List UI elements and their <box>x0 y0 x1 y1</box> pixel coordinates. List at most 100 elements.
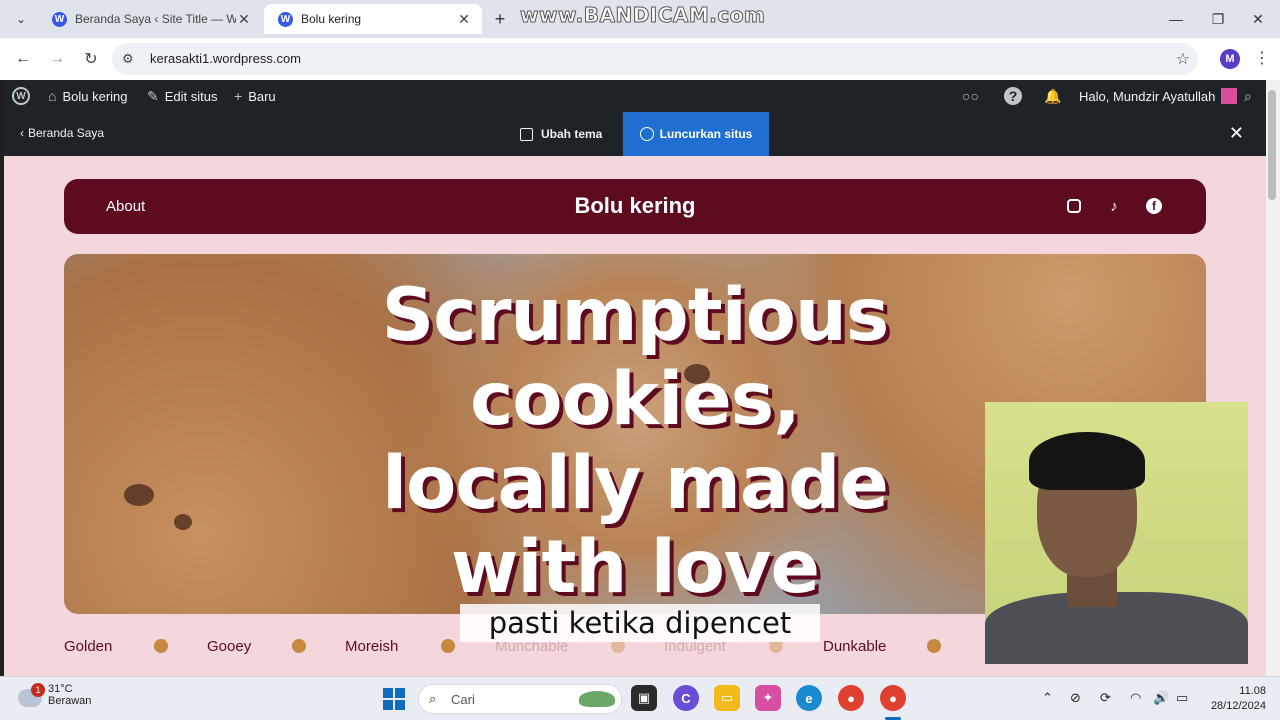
chevron-left-icon: ‹ <box>20 126 24 140</box>
wp-logo-menu[interactable]: W <box>12 80 30 112</box>
marquee-item: Dunkable <box>823 638 887 655</box>
edit-site-label: Edit situs <box>164 88 218 104</box>
cookie-icon <box>927 639 941 653</box>
edit-site-link[interactable]: ✎ Edit situs <box>147 80 217 112</box>
admin-search-icon[interactable]: ⌕ <box>1244 80 1252 112</box>
taskbar-search[interactable]: ⌕ Cari <box>418 684 622 714</box>
search-icon: ⌕ <box>429 691 437 706</box>
search-placeholder: Cari <box>451 692 475 707</box>
url-text[interactable]: kerasakti1.wordpress.com <box>150 51 301 66</box>
account-menu[interactable]: Halo, Mundzir Ayatullah <box>1079 80 1238 112</box>
back-link-label: Beranda Saya <box>28 126 105 140</box>
plus-icon: + <box>234 88 243 104</box>
brush-icon: ✎ <box>147 87 159 104</box>
edge-icon[interactable]: e <box>796 685 822 711</box>
admin-site-name-label: Bolu kering <box>62 88 128 104</box>
wordpress-favicon-icon: W <box>52 11 67 27</box>
forward-arrow-icon[interactable]: → <box>45 48 69 70</box>
tab-title: Beranda Saya ‹ Site Title — Wo <box>75 12 236 26</box>
wp-admin-bar: W ⌂ Bolu kering ✎ Edit situs + Baru ○○ ?… <box>4 80 1266 112</box>
clock-date: 28/12/2024 <box>1210 700 1266 712</box>
chrome-active-icon[interactable]: ● <box>880 685 906 711</box>
browser-toolbar: ← → ↻ ⚙ kerasakti1.wordpress.com ☆ M ⋮ <box>0 38 1280 80</box>
browser-menu-icon[interactable]: ⋮ <box>1254 48 1270 68</box>
weather-badge: 1 <box>31 683 45 697</box>
cookie-icon <box>154 639 168 653</box>
temperature: 31°C <box>48 683 73 695</box>
cloud-icon: 1 <box>18 683 45 707</box>
bandicam-watermark: www.BANDICAM.com <box>519 3 766 28</box>
site-settings-icon[interactable]: ⚙ <box>122 51 134 67</box>
copilot-app-icon[interactable]: ✦ <box>755 685 781 711</box>
tray-sync-icon[interactable]: ⟳ <box>1100 690 1111 706</box>
tab-close-icon[interactable]: ✕ <box>456 11 472 28</box>
change-theme-label: Ubah tema <box>541 127 603 141</box>
address-bar[interactable]: ⚙ kerasakti1.wordpress.com ☆ <box>112 43 1198 75</box>
copilot-icon[interactable]: C <box>673 685 699 711</box>
task-view-icon[interactable]: ▣ <box>631 685 657 711</box>
tray-chevron-up-icon[interactable]: ⌃ <box>1042 690 1053 706</box>
hero-headline: Scrumptious cookies, locally made with l… <box>381 273 890 610</box>
new-tab-plus-icon[interactable]: + <box>488 7 512 31</box>
new-content-link[interactable]: + Baru <box>234 80 276 112</box>
profile-avatar[interactable]: M <box>1220 49 1240 69</box>
back-to-dashboard-link[interactable]: ‹ Beranda Saya <box>20 126 104 140</box>
tiktok-icon[interactable]: ♪ <box>1104 196 1124 216</box>
admin-site-name[interactable]: ⌂ Bolu kering <box>48 80 128 112</box>
video-subtitle: pasti ketika dipencet <box>460 604 820 642</box>
help-icon[interactable]: ? <box>1004 80 1022 112</box>
clock-time: 11.08 <box>1239 685 1266 697</box>
reload-icon[interactable]: ↻ <box>79 48 103 70</box>
volume-icon[interactable]: 🔊 <box>1153 690 1169 706</box>
marquee-item: Gooey <box>207 638 252 655</box>
weather-condition: Berawan <box>48 695 92 707</box>
system-clock[interactable]: 11.08 28/12/2024 <box>1208 684 1266 714</box>
chrome-icon[interactable]: ● <box>838 685 864 711</box>
site-header: About Bolu kering ♪ f <box>64 179 1206 234</box>
page-scrollbar-thumb[interactable] <box>1268 90 1276 200</box>
wordpress-logo-icon: W <box>12 87 30 105</box>
marquee-item: Golden <box>64 638 113 655</box>
layout-icon <box>520 127 533 141</box>
home-icon: ⌂ <box>48 88 57 104</box>
globe-icon <box>639 127 654 141</box>
marquee-item: Moreish <box>345 638 399 655</box>
site-launch-bar: ‹ Beranda Saya Ubah tema Luncurkan situs… <box>4 112 1266 156</box>
search-highlight-turtle-icon <box>579 691 615 707</box>
change-theme-button[interactable]: Ubah tema <box>520 112 602 156</box>
battery-icon[interactable]: ▭ <box>1176 690 1188 706</box>
wordpress-favicon-icon: W <box>278 11 293 27</box>
back-arrow-icon[interactable]: ← <box>11 48 35 70</box>
browser-tab-beranda[interactable]: W Beranda Saya ‹ Site Title — Wo ✕ <box>38 4 262 34</box>
browser-tab-strip: ⌄ W Beranda Saya ‹ Site Title — Wo ✕ W B… <box>0 0 1280 38</box>
instagram-icon[interactable] <box>1064 196 1084 216</box>
site-title[interactable]: Bolu kering <box>64 193 1206 219</box>
webcam-overlay <box>985 402 1248 664</box>
browser-tab-bolu-kering[interactable]: W Bolu kering ✕ <box>264 4 482 34</box>
windows-taskbar: 1 31°C Berawan ⌕ Cari ▣ C ▭ ✦ e ● ● ⌃ ⊘ … <box>0 676 1280 720</box>
minimize-icon[interactable]: — <box>1156 8 1196 30</box>
launch-site-button[interactable]: Luncurkan situs <box>623 112 769 156</box>
tab-search-chevron-icon[interactable]: ⌄ <box>8 7 34 31</box>
new-content-label: Baru <box>248 88 276 104</box>
tab-close-icon[interactable]: ✕ <box>236 11 252 28</box>
facebook-icon[interactable]: f <box>1144 196 1164 216</box>
window-close-icon[interactable]: ✕ <box>1238 8 1278 30</box>
restore-icon[interactable]: ❐ <box>1198 8 1238 30</box>
presenter-hair <box>1029 432 1145 490</box>
wifi-icon[interactable]: ◠ <box>1130 690 1141 706</box>
cookie-icon <box>292 639 306 653</box>
cookie-icon <box>441 639 455 653</box>
bookmark-star-icon[interactable]: ☆ <box>1176 49 1190 69</box>
weather-widget[interactable]: 1 31°C Berawan <box>18 683 91 707</box>
file-explorer-icon[interactable]: ▭ <box>714 685 740 711</box>
launch-site-label: Luncurkan situs <box>659 127 753 141</box>
tab-title: Bolu kering <box>301 12 362 26</box>
start-button[interactable] <box>383 688 405 710</box>
reader-glasses-icon[interactable]: ○○ <box>962 80 979 112</box>
tray-network-off-icon[interactable]: ⊘ <box>1070 690 1081 706</box>
notifications-bell-icon[interactable]: 🔔 <box>1044 80 1061 112</box>
greeting-text: Halo, Mundzir Ayatullah <box>1079 88 1216 104</box>
close-icon[interactable]: ✕ <box>1229 123 1244 144</box>
user-avatar <box>1221 88 1238 104</box>
